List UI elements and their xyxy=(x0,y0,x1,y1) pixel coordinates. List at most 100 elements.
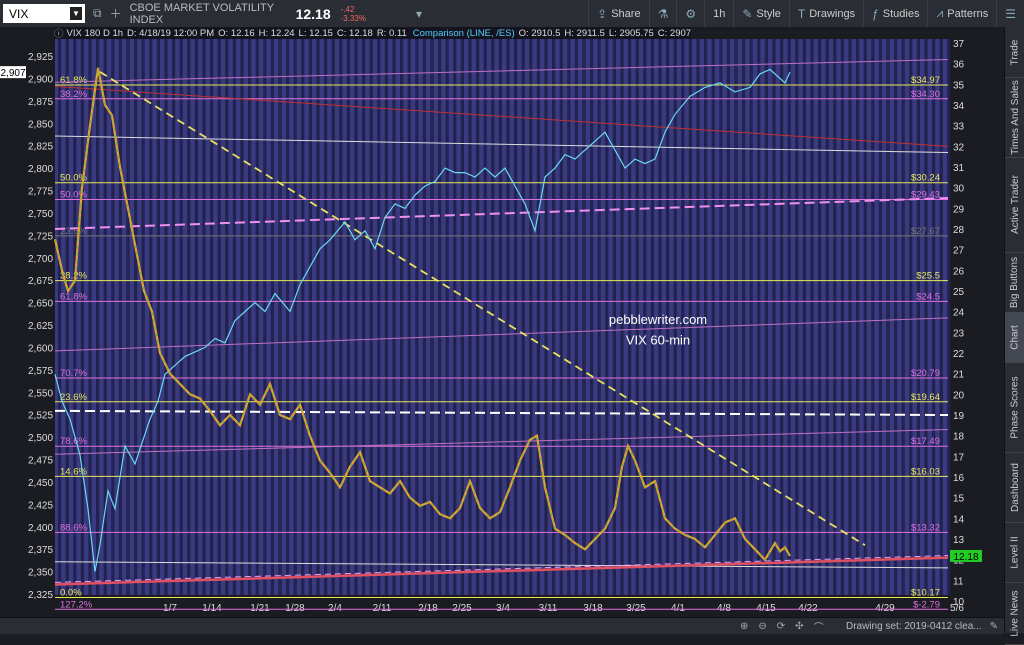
session-stripe xyxy=(894,39,898,595)
drawing-set-label[interactable]: Drawing set: 2019-0412 clea... xyxy=(846,621,982,632)
session-stripe xyxy=(255,39,259,595)
sidebar-tab-trade[interactable]: Trade xyxy=(1005,27,1024,78)
info-icon: ⓘ xyxy=(54,29,64,40)
fib-right-label: $-2.79 xyxy=(913,599,940,610)
sidebar-tab-phase-scores[interactable]: Phase Scores xyxy=(1005,362,1024,453)
sidebar-tab-level-ii[interactable]: Level II xyxy=(1005,522,1024,583)
session-stripe xyxy=(134,39,138,595)
right-price-badge-text: 12.18 xyxy=(953,552,978,563)
studies-button[interactable]: ƒ Studies xyxy=(863,0,927,27)
bottom-bar: ⊕ ⊖ ⟳ ✣ ⌒ Drawing set: 2019-0412 clea...… xyxy=(0,617,1004,634)
right-axis-label: 15 xyxy=(953,494,965,505)
x-axis-label: 1/21 xyxy=(250,603,270,614)
zoom-out-icon[interactable]: ⊖ xyxy=(758,621,766,632)
symbol-dropdown-icon[interactable]: ▼ xyxy=(70,7,82,20)
session-stripe xyxy=(468,39,472,595)
sidebar-tab-label: Big Buttons xyxy=(1009,256,1021,308)
session-stripe xyxy=(96,39,100,595)
sidebar-tab-label: Phase Scores xyxy=(1009,375,1021,439)
session-stripe xyxy=(787,39,791,595)
left-axis-label: 2,725 xyxy=(28,231,53,242)
left-axis-label: 2,525 xyxy=(28,411,53,422)
session-stripe xyxy=(58,39,62,595)
reset-icon[interactable]: ⟳ xyxy=(777,621,785,632)
right-axis-label: 29 xyxy=(953,204,965,215)
x-axis-label: 3/18 xyxy=(583,603,603,614)
style-button[interactable]: ✎ Style xyxy=(733,0,789,27)
chart-area[interactable]: 2,925 2,900 2,875 2,850 2,825 2,800 2,775 2,750… xyxy=(0,27,1004,617)
dropdown-icon[interactable]: ▾ xyxy=(416,7,422,21)
session-stripe xyxy=(141,39,145,595)
studies-icon: ƒ xyxy=(872,6,879,21)
drawings-label: Drawings xyxy=(809,7,856,20)
left-axis-label: 2,550 xyxy=(28,388,53,399)
crosshair-icon[interactable]: ✣ xyxy=(795,621,803,632)
share-button[interactable]: ⇪ Share xyxy=(588,0,648,27)
session-stripe xyxy=(749,39,753,595)
session-stripe xyxy=(202,39,206,595)
sidebar-tab-big-buttons[interactable]: Big Buttons xyxy=(1005,252,1024,313)
right-axis-label: 11 xyxy=(953,576,964,587)
session-stripe xyxy=(924,39,928,595)
left-axis-label: 2,700 xyxy=(28,254,53,265)
left-axis-label: 2,625 xyxy=(28,321,53,332)
left-axis-label: 2,650 xyxy=(28,299,53,310)
x-axis-label: 2/4 xyxy=(328,603,342,614)
session-stripe xyxy=(187,39,191,595)
fib-right-label: $34.97 xyxy=(911,75,940,86)
sidebar-tab-label: Active Trader xyxy=(1009,175,1021,234)
fib-right-label: $13.32 xyxy=(911,522,940,533)
session-stripe xyxy=(225,39,229,595)
drawings-icon: T xyxy=(797,6,806,21)
right-axis-label: 34 xyxy=(953,101,965,112)
session-stripe xyxy=(886,39,890,595)
drawings-button[interactable]: T Drawings xyxy=(788,0,863,27)
x-axis-label: 2/11 xyxy=(373,603,392,614)
fib-left-label: 88.6% xyxy=(60,522,87,533)
x-axis-label: 4/1 xyxy=(671,603,685,614)
pencil-icon[interactable]: ✎ xyxy=(990,621,998,632)
symbol-input[interactable]: VIX ▼ xyxy=(3,4,85,23)
link-icon[interactable]: ⧉ xyxy=(93,6,102,21)
zoom-in-icon[interactable]: ⊕ xyxy=(740,621,748,632)
sidebar-tab-chart[interactable]: Chart xyxy=(1005,312,1024,363)
fib-right-label: $19.64 xyxy=(911,392,940,403)
x-axis-label: 4/22 xyxy=(798,603,818,614)
sidebar-tab-dashboard[interactable]: Dashboard xyxy=(1005,452,1024,523)
sidebar-tab-live-news[interactable]: Live News xyxy=(1005,582,1024,645)
magnet-icon[interactable]: ⌒ xyxy=(814,619,824,634)
patterns-label: Patterns xyxy=(947,7,989,20)
fib-right-label: $16.03 xyxy=(911,466,940,477)
share-label: Share xyxy=(611,7,641,20)
sidebar-tab-times-and-sales[interactable]: Times And Sales xyxy=(1005,77,1024,158)
left-axis-label: 2,400 xyxy=(28,523,53,534)
patterns-button[interactable]: ⩘ Patterns xyxy=(927,0,996,27)
chart-title: VIX 180 D 1h xyxy=(66,27,124,39)
more-button[interactable]: ☰ xyxy=(996,0,1024,27)
session-stripe xyxy=(73,39,77,595)
x-axis-label: 3/4 xyxy=(496,603,510,614)
left-axis-label: 2,900 xyxy=(28,74,53,85)
session-stripe xyxy=(400,39,404,595)
session-stripe xyxy=(286,39,290,595)
left-axis-label: 2,375 xyxy=(28,545,53,556)
flask-button[interactable]: ⚗ xyxy=(648,0,677,27)
style-label: Style xyxy=(756,7,781,20)
session-stripe xyxy=(818,39,822,595)
price-chart[interactable]: 2,925 2,900 2,875 2,850 2,825 2,800 2,775 2,750… xyxy=(0,27,1004,617)
session-stripe xyxy=(757,39,761,595)
sidebar-tab-label: Live News xyxy=(1009,589,1021,637)
session-stripe xyxy=(491,39,495,595)
interval-button[interactable]: 1h xyxy=(704,0,733,27)
right-axis-label: 33 xyxy=(953,122,965,133)
x-axis-label: 1/28 xyxy=(285,603,305,614)
fib-right-label: $20.79 xyxy=(911,368,940,379)
settings-button[interactable]: ⚙ xyxy=(676,0,704,27)
watermark-line: VIX 60-min xyxy=(626,333,690,348)
add-icon[interactable]: ＋ xyxy=(110,5,122,22)
right-axis-label: 14 xyxy=(953,514,965,525)
right-axis-label: 19 xyxy=(953,411,965,422)
left-axis-label: 2,925 xyxy=(28,52,53,63)
sidebar-tab-active-trader[interactable]: Active Trader xyxy=(1005,157,1024,253)
session-stripe xyxy=(856,39,860,595)
